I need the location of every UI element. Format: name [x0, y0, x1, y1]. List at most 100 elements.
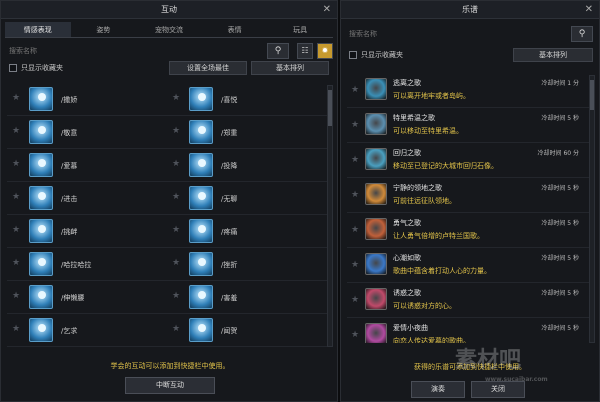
tab-emotion[interactable]: 情感表现 [5, 22, 71, 37]
emote-icon [189, 285, 213, 309]
emote-label: /爱慕 [61, 162, 78, 170]
emote-icon [189, 120, 213, 144]
interaction-panel: 互动 ✕ 情感表现 姿势 宠物交流 表情 玩具 ⚲ ☷ ✹ 只显示收藏夹 设置全… [0, 0, 338, 402]
tab-pet[interactable]: 宠物交流 [136, 22, 202, 37]
emote-label: /哈拉哈拉 [61, 261, 92, 269]
list-item[interactable]: ★ 宁静的领地之歌 可前往远征队领地。 冷却时间 5 秒 [347, 178, 589, 213]
star-icon[interactable]: ★ [172, 291, 180, 301]
song-desc: 可以诱惑对方的心。 [393, 302, 456, 310]
music-title: 乐谱 [462, 5, 478, 14]
song-name: 逃离之歌 [393, 79, 421, 87]
list-item[interactable]: ★ 回归之歌 移动至已登记的大城市回归石像。 冷却时间 60 分 [347, 143, 589, 178]
basic-sort-button[interactable]: 基本排列 [251, 61, 329, 75]
emote-icon [189, 87, 213, 111]
stop-interaction-button[interactable]: 中断互动 [125, 377, 215, 394]
emote-item[interactable]: ★ /哈拉哈拉 [7, 248, 167, 280]
emote-item[interactable]: ★ /郑重 [167, 116, 327, 148]
emote-item[interactable]: ★ /敬意 [7, 116, 167, 148]
star-icon[interactable]: ★ [12, 192, 20, 202]
magnifier-icon[interactable]: ⚲ [571, 26, 593, 42]
emote-item[interactable]: ★ /投降 [167, 149, 327, 181]
star-icon[interactable]: ★ [351, 120, 359, 130]
star-icon[interactable]: ★ [12, 159, 20, 169]
star-icon[interactable]: ★ [172, 159, 180, 169]
emote-icon [29, 120, 53, 144]
emote-item[interactable]: ★ /撒娇 [7, 83, 167, 115]
set-global-favorite-button[interactable]: 设置全场最佳 [169, 61, 247, 75]
search-input[interactable] [9, 44, 259, 58]
emote-icon [189, 219, 213, 243]
star-icon[interactable]: ★ [351, 190, 359, 200]
emote-item[interactable]: ★ /爱慕 [7, 149, 167, 181]
emote-item[interactable]: ★ /闻贺 [167, 314, 327, 346]
emote-item[interactable]: ★ /伸懒腰 [7, 281, 167, 313]
star-icon[interactable]: ★ [351, 330, 359, 340]
interaction-note: 学会的互动可以添加到快捷栏中使用。 [110, 362, 230, 370]
star-icon[interactable]: ★ [12, 93, 20, 103]
favorites-checkbox[interactable] [9, 64, 17, 72]
close-icon[interactable]: ✕ [323, 1, 331, 19]
magnifier-icon[interactable]: ⚲ [267, 43, 289, 59]
song-name: 心潮如歌 [393, 254, 421, 262]
star-icon[interactable]: ★ [12, 291, 20, 301]
list-item[interactable]: ★ 诱惑之歌 可以诱惑对方的心。 冷却时间 5 秒 [347, 283, 589, 318]
tab-pose[interactable]: 姿势 [71, 22, 137, 37]
grid-icon[interactable]: ☷ [297, 43, 313, 59]
tab-expression[interactable]: 表情 [202, 22, 268, 37]
music-search-input[interactable] [349, 27, 549, 41]
interaction-tabs: 情感表现 姿势 宠物交流 表情 玩具 [5, 22, 333, 38]
music-favorites-checkbox[interactable] [349, 51, 357, 59]
emote-item[interactable]: ★ /疼痛 [167, 215, 327, 247]
emote-scrollbar[interactable] [327, 85, 333, 347]
emote-item[interactable]: ★ /害羞 [167, 281, 327, 313]
emote-label: /郑重 [221, 129, 238, 137]
scroll-thumb[interactable] [328, 90, 332, 126]
music-search-row: ⚲ [341, 25, 599, 43]
star-icon[interactable]: ★ [172, 225, 180, 235]
song-desc: 让人勇气倍增的卢特兰国歌。 [393, 232, 484, 240]
star-icon[interactable]: ★ [351, 155, 359, 165]
star-icon[interactable]: ★ [172, 324, 180, 334]
song-icon [365, 183, 387, 205]
emote-item[interactable]: ★ /无聊 [167, 182, 327, 214]
emote-item[interactable]: ★ /挫折 [167, 248, 327, 280]
star-icon[interactable]: ★ [172, 192, 180, 202]
star-icon[interactable]: ★ [12, 225, 20, 235]
star-icon[interactable]: ★ [351, 225, 359, 235]
song-desc: 歌曲中蕴含着打动人心的力量。 [393, 267, 491, 275]
emote-item[interactable]: ★ /喜悦 [167, 83, 327, 115]
list-item[interactable]: ★ 心潮如歌歌曲中蕴含着打动人心的力量。 冷却时间 5 秒 [347, 248, 589, 283]
emote-item[interactable]: ★ /挑衅 [7, 215, 167, 247]
song-cooldown: 冷却时间 5 秒 [541, 115, 579, 122]
star-icon[interactable]: ★ [172, 93, 180, 103]
star-icon[interactable]: ★ [351, 85, 359, 95]
tab-toy[interactable]: 玩具 [267, 22, 333, 37]
emote-icon [29, 87, 53, 111]
song-cooldown: 冷却时间 1 分 [541, 80, 579, 87]
list-item[interactable]: ★ 逃离之歌 可以离开地牢或者岛屿。 冷却时间 1 分 [347, 73, 589, 108]
star-icon[interactable]: ★ [12, 324, 20, 334]
star-icon[interactable]: ★ [351, 260, 359, 270]
star-icon[interactable]: ★ [12, 258, 20, 268]
song-scrollbar[interactable] [589, 75, 595, 343]
emote-icon [189, 153, 213, 177]
sun-icon[interactable]: ✹ [317, 43, 333, 59]
song-cooldown: 冷却时间 5 秒 [541, 255, 579, 262]
list-item[interactable]: ★ 特里希温之歌 可以移动至特里希温。 冷却时间 5 秒 [347, 108, 589, 143]
star-icon[interactable]: ★ [12, 126, 20, 136]
emote-label: /敬意 [61, 129, 78, 137]
emote-icon [189, 318, 213, 342]
star-icon[interactable]: ★ [172, 126, 180, 136]
emote-item[interactable]: ★ /进击 [7, 182, 167, 214]
list-item[interactable]: ★ 勇气之歌 让人勇气倍增的卢特兰国歌。 冷却时间 5 秒 [347, 213, 589, 248]
star-icon[interactable]: ★ [351, 295, 359, 305]
star-icon[interactable]: ★ [172, 258, 180, 268]
scroll-thumb[interactable] [590, 80, 594, 110]
table-row: ★ /乞求 ★ /闻贺 [7, 314, 327, 347]
music-basic-sort-button[interactable]: 基本排列 [513, 48, 593, 62]
close-icon[interactable]: ✕ [585, 1, 593, 19]
list-item[interactable]: ★ 爱情小夜曲 向恋人传达爱慕的歌曲。 冷却时间 5 秒 [347, 318, 589, 343]
emote-item[interactable]: ★ /乞求 [7, 314, 167, 346]
search-row: ⚲ ☷ ✹ [1, 42, 337, 60]
emote-icon [29, 285, 53, 309]
